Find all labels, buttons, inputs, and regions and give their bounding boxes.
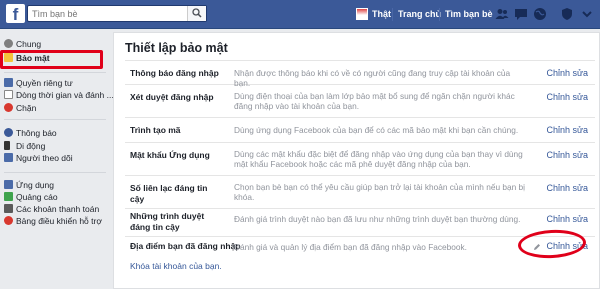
deactivate-account-link[interactable]: Khóa tài khoản của bạn. [130, 261, 222, 271]
row-label: Những trình duyệt đáng tin cậy [130, 211, 205, 232]
row-description: Dùng ứng dụng Facebook của bạn để có các… [234, 125, 519, 135]
sidebar-item-apps[interactable]: Ứng dụng [4, 180, 54, 191]
sidebar-item-label: Bảng điều khiển hỗ trợ [16, 216, 102, 226]
sidebar-item-general[interactable]: Chung [4, 39, 41, 50]
gear-icon [4, 39, 13, 48]
sidebar-item-privacy[interactable]: Quyền riêng tư [4, 78, 73, 89]
sidebar-divider [4, 172, 106, 173]
payments-icon [4, 204, 13, 213]
support-icon [4, 216, 13, 225]
ads-icon [4, 192, 13, 201]
sidebar-item-ads[interactable]: Quảng cáo [4, 192, 58, 203]
sidebar-item-label: Di động [16, 141, 46, 151]
sidebar-item-label: Quảng cáo [16, 192, 58, 202]
search-button[interactable] [187, 6, 206, 21]
page-title: Thiết lập bảo mật [125, 41, 228, 55]
row-description: Chọn bạn bè bạn có thể yêu cầu giúp bạn … [234, 182, 525, 202]
sidebar-item-followers[interactable]: Người theo dõi [4, 153, 73, 164]
security-highlight-box [0, 50, 103, 69]
nav-divider [392, 8, 393, 21]
settings-row-trusted-contacts[interactable]: Số liên lạc đáng tin cậy Chọn bạn bè bạn… [125, 176, 595, 209]
settings-row-trusted-browsers[interactable]: Những trình duyệt đáng tin cậy Đánh giá … [125, 209, 595, 237]
edit-link[interactable]: Chỉnh sửa [546, 150, 588, 160]
row-description: Đánh giá và quản lý địa điểm bạn đã đăng… [234, 242, 467, 252]
sidebar-item-label: Thông báo [16, 128, 57, 138]
find-friends-link[interactable]: Tìm bạn bè [445, 0, 493, 28]
edit-link[interactable]: Chỉnh sửa [546, 68, 588, 78]
sidebar-item-label: Các khoản thanh toán [16, 204, 100, 214]
search-input[interactable] [28, 6, 182, 21]
row-label: Địa điểm bạn đã đăng nhập [130, 241, 241, 251]
profile-link[interactable]: Thật [372, 0, 391, 28]
edit-link[interactable]: Chỉnh sửa [546, 214, 588, 224]
sidebar-item-label: Quyền riêng tư [16, 78, 73, 88]
settings-row-login-alerts[interactable]: Thông báo đăng nhập Nhận được thông báo … [125, 61, 595, 88]
row-label: Thông báo đăng nhập [130, 68, 219, 78]
globe-icon [4, 128, 13, 137]
row-label: Xét duyệt đăng nhập [130, 92, 214, 102]
sidebar-divider [4, 72, 106, 73]
row-description: Đánh giá trình duyệt nào bạn đã lưu như … [234, 214, 521, 224]
row-label: Mật khẩu Ứng dụng [130, 150, 210, 160]
row-label: Số liên lạc đáng tin cậy [130, 183, 208, 204]
sidebar-item-blocking[interactable]: Chặn [4, 103, 36, 114]
privacy-shortcuts-icon[interactable] [560, 7, 574, 21]
sidebar-item-label: Ứng dụng [16, 180, 54, 190]
friend-requests-icon[interactable] [495, 7, 509, 21]
row-description: Dùng điện thoại của bạn làm lớp bảo mật … [234, 91, 515, 111]
edit-link[interactable]: Chỉnh sửa [546, 125, 588, 135]
timeline-icon [4, 90, 13, 99]
notifications-globe-icon[interactable] [533, 7, 547, 21]
top-navigation-bar: f Thật Trang chủ Tìm bạn bè [0, 0, 600, 29]
home-link[interactable]: Trang chủ [398, 0, 441, 28]
mobile-icon [4, 141, 10, 150]
facebook-logo-icon[interactable]: f [6, 4, 25, 23]
row-label: Trình tạo mã [130, 125, 181, 135]
avatar[interactable] [356, 8, 368, 20]
block-icon [4, 103, 13, 112]
settings-row-login-approvals[interactable]: Xét duyệt đăng nhập Dùng điện thoại của … [125, 85, 595, 118]
apps-icon [4, 180, 13, 189]
row-description: Dùng các mật khẩu đặc biệt để đăng nhập … [234, 149, 523, 169]
sidebar-item-support-dashboard[interactable]: Bảng điều khiển hỗ trợ [4, 216, 102, 227]
sidebar-item-mobile[interactable]: Di động [4, 141, 45, 152]
followers-icon [4, 153, 13, 162]
sidebar-item-notifications[interactable]: Thông báo [4, 128, 57, 139]
sidebar-item-label: Chặn [16, 103, 37, 113]
lock-icon [4, 78, 13, 87]
sidebar-item-payments[interactable]: Các khoản thanh toán [4, 204, 99, 215]
sidebar-item-label: Dòng thời gian và đánh ... [16, 90, 114, 100]
settings-row-code-generator[interactable]: Trình tạo mã Dùng ứng dụng Facebook của … [125, 118, 595, 143]
edit-link[interactable]: Chỉnh sửa [546, 183, 588, 193]
settings-sidebar: Chung Bảo mật Quyền riêng tư Dòng thời g… [0, 28, 114, 289]
edit-link[interactable]: Chỉnh sửa [546, 92, 588, 102]
search-icon [192, 8, 202, 18]
account-menu-chevron-down-icon[interactable] [580, 7, 594, 21]
sidebar-item-label: Chung [16, 39, 42, 49]
search-box[interactable] [27, 5, 207, 22]
settings-row-app-passwords[interactable]: Mật khẩu Ứng dụng Dùng các mật khẩu đặc … [125, 143, 595, 176]
nav-divider [439, 8, 440, 21]
sidebar-item-timeline[interactable]: Dòng thời gian và đánh ... [4, 90, 114, 101]
sidebar-divider [4, 119, 106, 120]
sidebar-item-label: Người theo dõi [16, 153, 73, 163]
messages-icon[interactable] [514, 7, 528, 21]
